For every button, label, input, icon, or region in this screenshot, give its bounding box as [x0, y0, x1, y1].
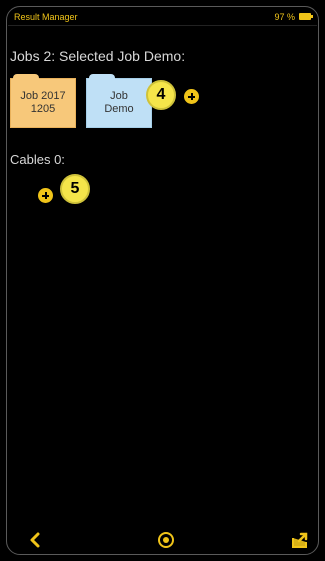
chevron-left-icon[interactable] [26, 530, 46, 550]
job-card-2017-1205[interactable]: Job 2017 1205 [10, 74, 76, 128]
job-card-demo[interactable]: Job Demo [86, 74, 152, 128]
job-card-label: Job 2017 1205 [20, 90, 66, 115]
status-bar: Result Manager 97 % [8, 8, 317, 26]
add-job-button[interactable] [184, 89, 199, 104]
battery-percentage: 97 % [274, 11, 295, 22]
share-export-icon[interactable] [290, 530, 310, 550]
job-card-label: Job Demo [104, 90, 134, 115]
cables-heading: Cables 0: [10, 152, 65, 167]
callout-marker-4: 4 [146, 80, 176, 110]
add-circle-icon [42, 192, 49, 199]
bottom-nav-bar [8, 526, 317, 554]
app-title: Result Manager [14, 11, 78, 22]
callout-marker-5: 5 [60, 174, 90, 204]
battery-icon [299, 13, 313, 20]
add-circle-icon [188, 93, 195, 100]
add-cable-button[interactable] [38, 188, 53, 203]
status-indicators: 97 % [274, 11, 313, 22]
jobs-heading: Jobs 2: Selected Job Demo: [10, 48, 186, 64]
circle-target-icon[interactable] [156, 530, 176, 550]
